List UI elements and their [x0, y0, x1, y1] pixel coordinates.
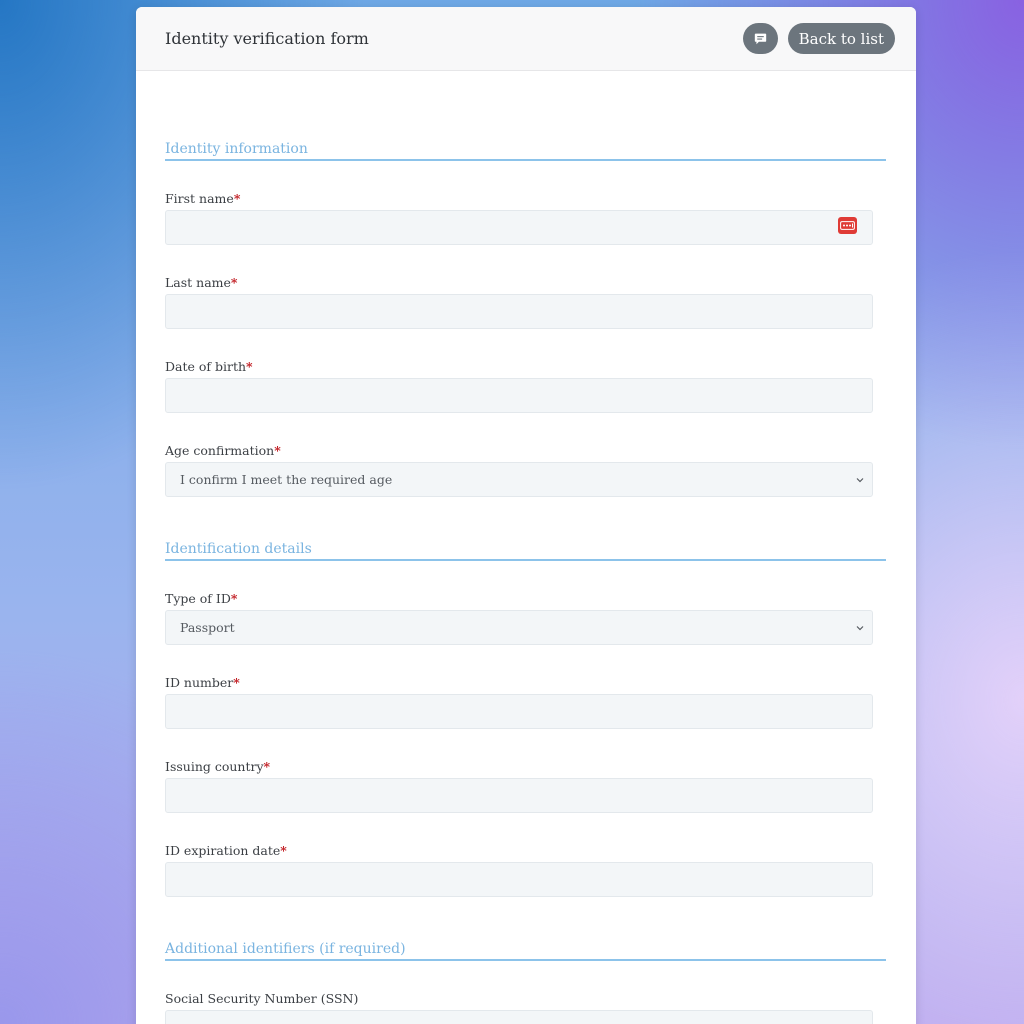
required-mark: * [246, 359, 253, 374]
required-mark: * [230, 591, 238, 606]
first-name-input[interactable] [165, 210, 873, 245]
age-confirmation-select[interactable]: I confirm I meet the required age [165, 462, 873, 497]
field-label: ID expiration date* [165, 843, 287, 858]
section-heading-additional-identifiers: Additional identifiers (if required) [165, 941, 886, 961]
field-type-of-id: Type of ID* Passport [165, 591, 873, 645]
required-mark: * [233, 675, 240, 690]
field-label: Last name* [165, 275, 238, 290]
field-age-confirmation: Age confirmation* I confirm I meet the r… [165, 443, 873, 497]
password-manager-icon [840, 221, 855, 230]
section-heading-identification-details: Identification details [165, 541, 886, 561]
required-mark: * [233, 191, 241, 206]
form-card: Identity verification form Back to list … [136, 7, 916, 1024]
required-mark: * [263, 759, 271, 774]
id-expiration-date-input[interactable] [165, 862, 873, 897]
field-label: Type of ID* [165, 591, 238, 606]
field-id-number: ID number* [165, 675, 873, 729]
back-to-list-button[interactable]: Back to list [787, 23, 895, 54]
password-manager-button[interactable] [838, 217, 857, 234]
issuing-country-input[interactable] [165, 778, 873, 813]
required-mark: * [230, 275, 238, 290]
chevron-down-icon [856, 626, 864, 631]
chevron-down-icon [856, 478, 864, 483]
comment-icon [754, 33, 766, 45]
id-number-input[interactable] [165, 694, 873, 729]
field-label: First name* [165, 191, 241, 206]
field-id-expiration-date: ID expiration date* [165, 843, 873, 897]
required-mark: * [274, 443, 281, 458]
field-issuing-country: Issuing country* [165, 759, 873, 813]
select-value: I confirm I meet the required age [180, 472, 393, 487]
field-label: Date of birth* [165, 359, 253, 374]
field-last-name: Last name* [165, 275, 873, 329]
form-body: Identity information First name* Last na… [136, 71, 916, 1024]
field-ssn: Social Security Number (SSN) [165, 991, 873, 1024]
field-label: Issuing country* [165, 759, 271, 774]
field-date-of-birth: Date of birth* [165, 359, 873, 413]
comment-button[interactable] [742, 23, 778, 54]
section-heading-identity-information: Identity information [165, 141, 886, 161]
required-mark: * [280, 843, 287, 858]
field-label: Social Security Number (SSN) [165, 991, 359, 1006]
last-name-input[interactable] [165, 294, 873, 329]
date-of-birth-input[interactable] [165, 378, 873, 413]
field-first-name: First name* [165, 191, 873, 245]
field-label: ID number* [165, 675, 240, 690]
card-header: Identity verification form Back to list [136, 7, 916, 71]
select-value: Passport [180, 620, 235, 635]
type-of-id-select[interactable]: Passport [165, 610, 873, 645]
ssn-input[interactable] [165, 1010, 873, 1024]
header-actions: Back to list [742, 23, 895, 54]
page-title: Identity verification form [165, 29, 369, 48]
field-label: Age confirmation* [165, 443, 281, 458]
